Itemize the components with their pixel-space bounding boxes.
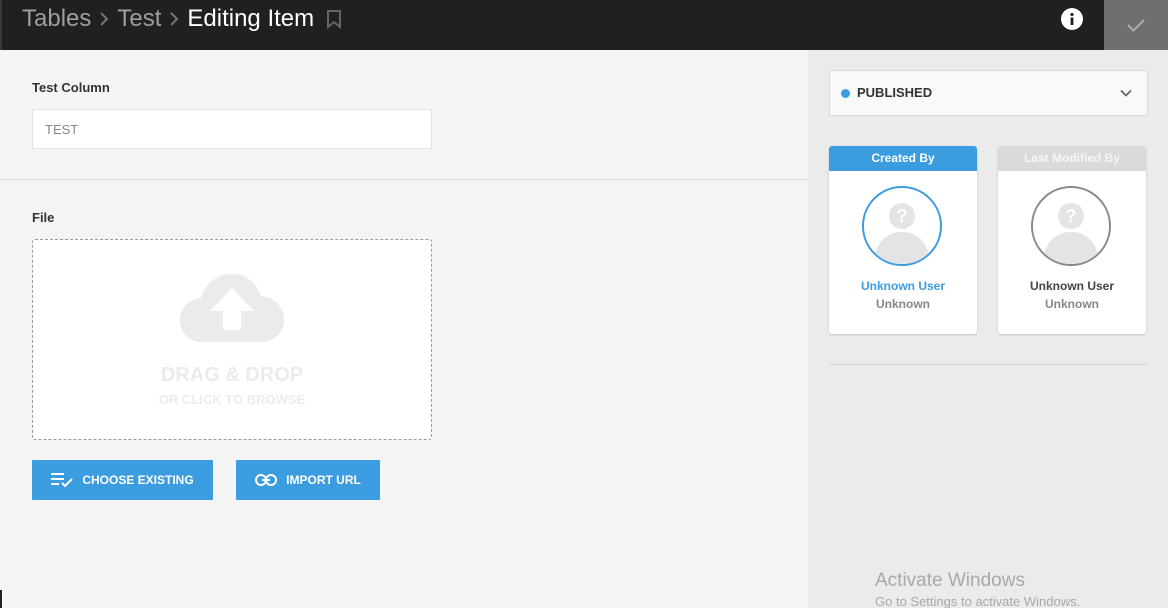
choose-existing-label: CHOOSE EXISTING [82,473,194,487]
status-dot [841,89,850,98]
created-by-card: Created By ? Unknown User Unknown [829,146,977,334]
main-panel: Test Column File DRAG & DROP OR CLICK TO… [0,50,808,608]
test-column-label: Test Column [32,80,110,95]
drop-subtitle: OR CLICK TO BROWSE [158,392,306,407]
window-edge [0,590,2,608]
windows-activation-watermark: Activate Windows Go to Settings to activ… [875,570,1080,608]
chevron-down-icon [1120,89,1132,97]
watermark-title: Activate Windows [875,570,1025,591]
left-edge-divider [0,0,2,50]
choose-existing-button[interactable]: CHOOSE EXISTING [32,460,213,500]
import-url-label: IMPORT URL [286,473,361,487]
last-modified-by-name: Unknown User [1029,279,1114,293]
created-by-title: Created By [829,146,977,171]
avatar: ? [1031,186,1111,266]
right-sidebar: PUBLISHED Created By ? Unknown User Unkn… [808,50,1168,608]
last-modified-by-role: Unknown [1045,297,1099,311]
top-bar: Tables Test Editing Item [0,0,1168,50]
check-icon [1127,19,1145,33]
info-icon[interactable] [1061,8,1083,30]
svg-text:?: ? [1066,206,1077,226]
file-dropzone[interactable]: DRAG & DROP OR CLICK TO BROWSE [32,239,432,440]
chevron-right-icon [99,12,109,26]
test-column-input[interactable] [32,109,432,149]
user-unknown-icon: ? [1043,203,1099,264]
last-modified-by-card: Last Modified By ? Unknown User Unknown [998,146,1146,334]
svg-text:?: ? [897,206,908,226]
playlist-check-icon [51,473,74,488]
breadcrumb: Tables Test Editing Item [22,4,342,34]
status-label: PUBLISHED [857,85,933,100]
save-button[interactable] [1104,0,1168,50]
sidebar-divider [829,364,1148,365]
avatar: ? [862,186,942,266]
cloud-upload-icon [180,274,284,342]
created-by-role: Unknown [876,297,930,311]
user-unknown-icon: ? [874,203,930,264]
import-url-button[interactable]: IMPORT URL [236,460,380,500]
link-icon [255,474,278,486]
bookmark-icon[interactable] [326,9,342,29]
watermark-subtitle: Go to Settings to activate Windows. [875,594,1081,608]
chevron-right-icon [169,12,179,26]
breadcrumb-tables[interactable]: Tables [22,5,91,33]
drop-title: DRAG & DROP [160,364,304,386]
last-modified-by-title: Last Modified By [998,146,1146,171]
section-divider [0,179,808,180]
file-label: File [32,210,55,225]
status-select[interactable]: PUBLISHED [829,70,1148,116]
breadcrumb-test[interactable]: Test [117,5,161,33]
created-by-name[interactable]: Unknown User [829,279,977,293]
breadcrumb-editing-item: Editing Item [187,5,315,32]
